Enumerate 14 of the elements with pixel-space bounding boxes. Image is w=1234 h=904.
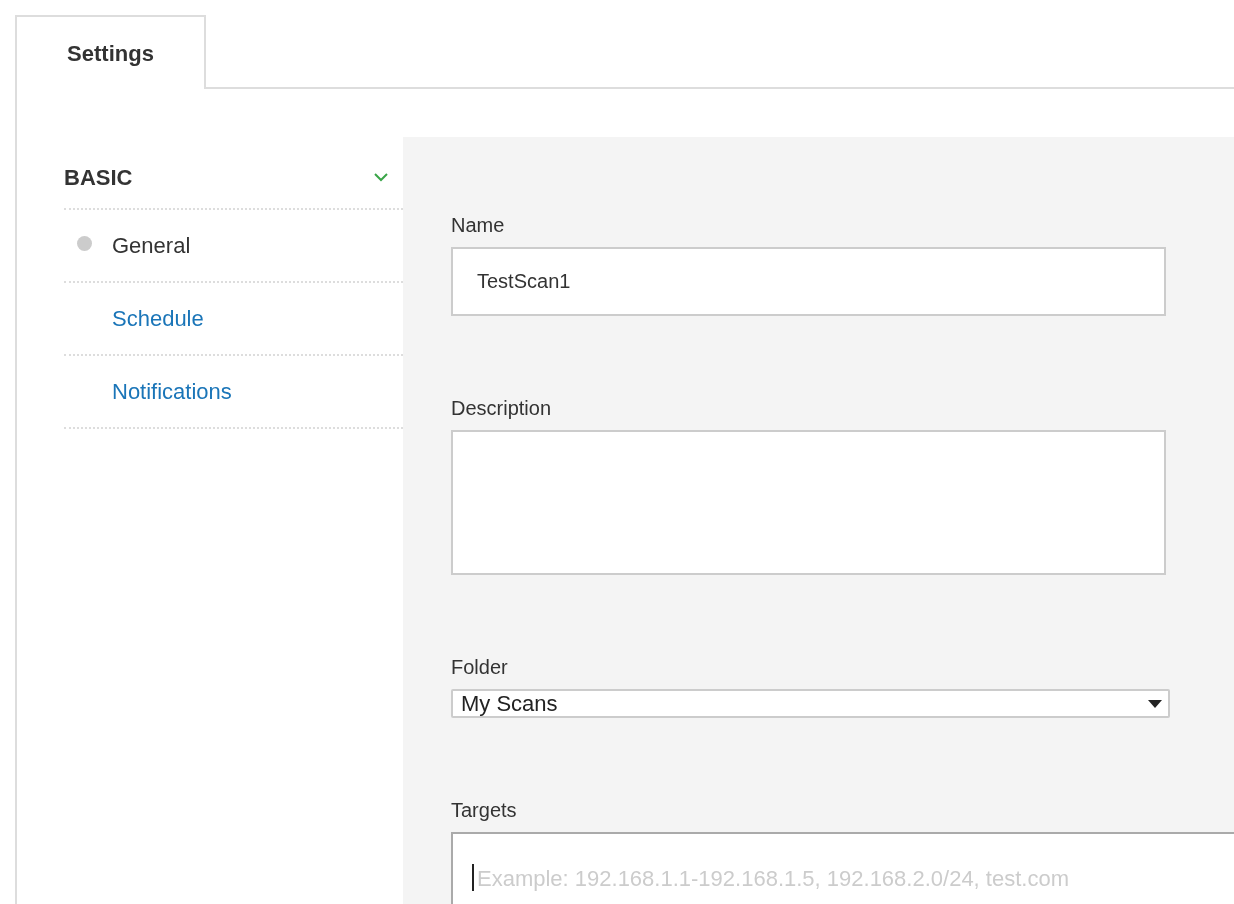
sidebar-link[interactable]: Schedule xyxy=(112,302,204,335)
sidebar-link[interactable]: Notifications xyxy=(112,375,232,408)
field-label: Targets xyxy=(451,798,517,822)
section-title: BASIC xyxy=(64,163,133,192)
chevron-icon[interactable] xyxy=(374,172,388,182)
settings-tab[interactable]: Settings xyxy=(15,15,206,89)
text-field[interactable]: TestScan1 xyxy=(451,247,1166,316)
text-area[interactable] xyxy=(451,430,1166,575)
field-label: Folder xyxy=(451,655,508,679)
caret-icon xyxy=(1148,699,1162,708)
field-label: Description xyxy=(451,396,552,420)
folder-dropdown[interactable]: My Scans xyxy=(451,689,1170,718)
field-label: Name xyxy=(451,213,505,237)
sidebar-link[interactable]: General xyxy=(112,229,191,262)
